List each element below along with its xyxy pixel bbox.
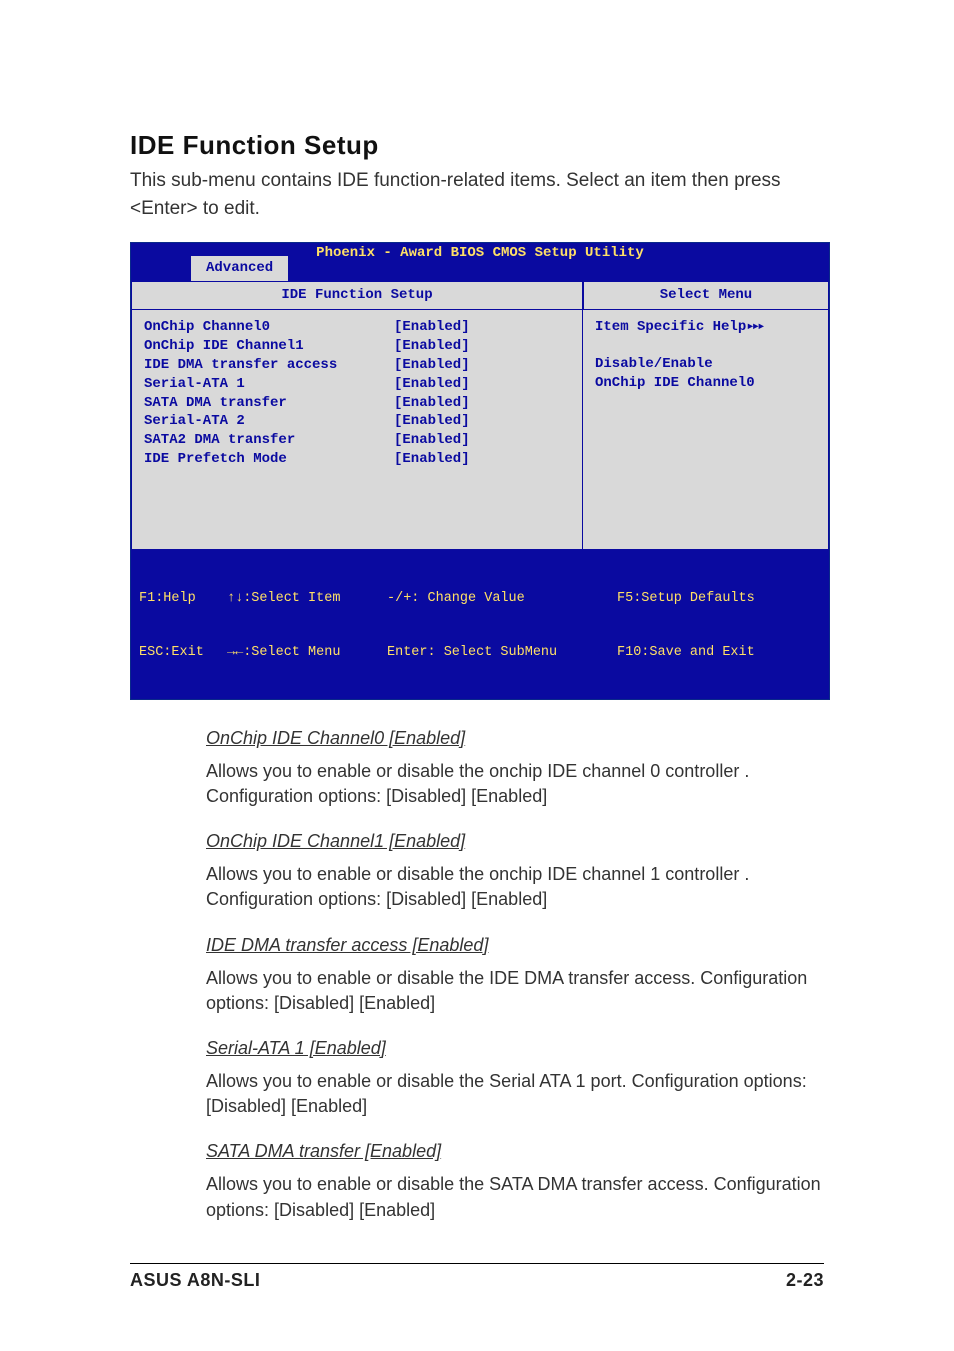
desc-body: Allows you to enable or disable the Seri… xyxy=(206,1069,824,1119)
bios-item-value: [Enabled] xyxy=(394,375,570,394)
bios-item-value: [Enabled] xyxy=(394,318,570,337)
bios-keymap-footer: F1:Help ESC:Exit ↑↓:Select Item →←:Selec… xyxy=(131,550,829,699)
bios-help-title: Item Specific Help xyxy=(595,318,746,337)
bios-item[interactable]: Serial-ATA 1 [Enabled] xyxy=(144,375,570,394)
bios-item-value: [Enabled] xyxy=(394,337,570,356)
bios-window: Phoenix - Award BIOS CMOS Setup Utility … xyxy=(130,242,830,700)
bios-left-header: IDE Function Setup xyxy=(131,281,583,310)
bios-item-label: IDE Prefetch Mode xyxy=(144,450,394,469)
key-save-exit: F10:Save and Exit xyxy=(617,644,823,662)
bios-item[interactable]: OnChip Channel0 [Enabled] xyxy=(144,318,570,337)
description-list: OnChip IDE Channel0 [Enabled] Allows you… xyxy=(130,728,824,1223)
desc-heading: OnChip IDE Channel0 [Enabled] xyxy=(206,728,824,749)
desc-heading: SATA DMA transfer [Enabled] xyxy=(206,1141,824,1162)
bios-column-headers: IDE Function Setup Select Menu xyxy=(131,281,829,310)
bios-item[interactable]: IDE Prefetch Mode [Enabled] xyxy=(144,450,570,469)
bios-settings-pane: OnChip Channel0 [Enabled] OnChip IDE Cha… xyxy=(131,310,583,550)
footer-page-number: 2-23 xyxy=(786,1270,824,1291)
desc-body: Allows you to enable or disable the onch… xyxy=(206,862,824,912)
key-select-item: ↑↓:Select Item xyxy=(227,590,387,608)
key-exit: ESC:Exit xyxy=(139,644,227,662)
bios-item[interactable]: IDE DMA transfer access [Enabled] xyxy=(144,356,570,375)
bios-item-label: Serial-ATA 2 xyxy=(144,412,394,431)
key-setup-defaults: F5:Setup Defaults xyxy=(617,590,823,608)
key-select-menu: →←:Select Menu xyxy=(227,644,387,662)
bios-item[interactable]: Serial-ATA 2 [Enabled] xyxy=(144,412,570,431)
bios-utility-title: Phoenix - Award BIOS CMOS Setup Utility xyxy=(131,244,829,263)
page-footer: ASUS A8N-SLI 2-23 xyxy=(130,1263,824,1291)
chevron-right-icon: ▸▸▸ xyxy=(746,319,762,335)
key-select-submenu: Enter: Select SubMenu xyxy=(387,644,617,662)
bios-titlebar: Phoenix - Award BIOS CMOS Setup Utility … xyxy=(131,243,829,281)
bios-item-value: [Enabled] xyxy=(394,431,570,450)
bios-item-value: [Enabled] xyxy=(394,356,570,375)
bios-item-label: OnChip IDE Channel1 xyxy=(144,337,394,356)
desc-heading: OnChip IDE Channel1 [Enabled] xyxy=(206,831,824,852)
section-intro: This sub-menu contains IDE function-rela… xyxy=(130,167,824,222)
key-change-value: -/+: Change Value xyxy=(387,590,617,608)
bios-help-line: OnChip IDE Channel0 xyxy=(595,374,816,393)
desc-heading: IDE DMA transfer access [Enabled] xyxy=(206,935,824,956)
section-title: IDE Function Setup xyxy=(130,130,824,161)
desc-heading: Serial-ATA 1 [Enabled] xyxy=(206,1038,824,1059)
bios-item-value: [Enabled] xyxy=(394,394,570,413)
desc-body: Allows you to enable or disable the onch… xyxy=(206,759,824,809)
key-help: F1:Help xyxy=(139,590,227,608)
bios-item-label: OnChip Channel0 xyxy=(144,318,394,337)
bios-item[interactable]: SATA DMA transfer [Enabled] xyxy=(144,394,570,413)
bios-item-value: [Enabled] xyxy=(394,450,570,469)
bios-right-header: Select Menu xyxy=(583,281,829,310)
bios-item-label: Serial-ATA 1 xyxy=(144,375,394,394)
bios-item-label: SATA DMA transfer xyxy=(144,394,394,413)
desc-body: Allows you to enable or disable the IDE … xyxy=(206,966,824,1016)
bios-item[interactable]: SATA2 DMA transfer [Enabled] xyxy=(144,431,570,450)
bios-item[interactable]: OnChip IDE Channel1 [Enabled] xyxy=(144,337,570,356)
bios-item-label: IDE DMA transfer access xyxy=(144,356,394,375)
desc-body: Allows you to enable or disable the SATA… xyxy=(206,1172,824,1222)
bios-item-label: SATA2 DMA transfer xyxy=(144,431,394,450)
bios-item-value: [Enabled] xyxy=(394,412,570,431)
footer-product: ASUS A8N-SLI xyxy=(130,1270,260,1291)
bios-help-line: Disable/Enable xyxy=(595,355,816,374)
bios-help-pane: Item Specific Help▸▸▸ Disable/Enable OnC… xyxy=(583,310,829,550)
